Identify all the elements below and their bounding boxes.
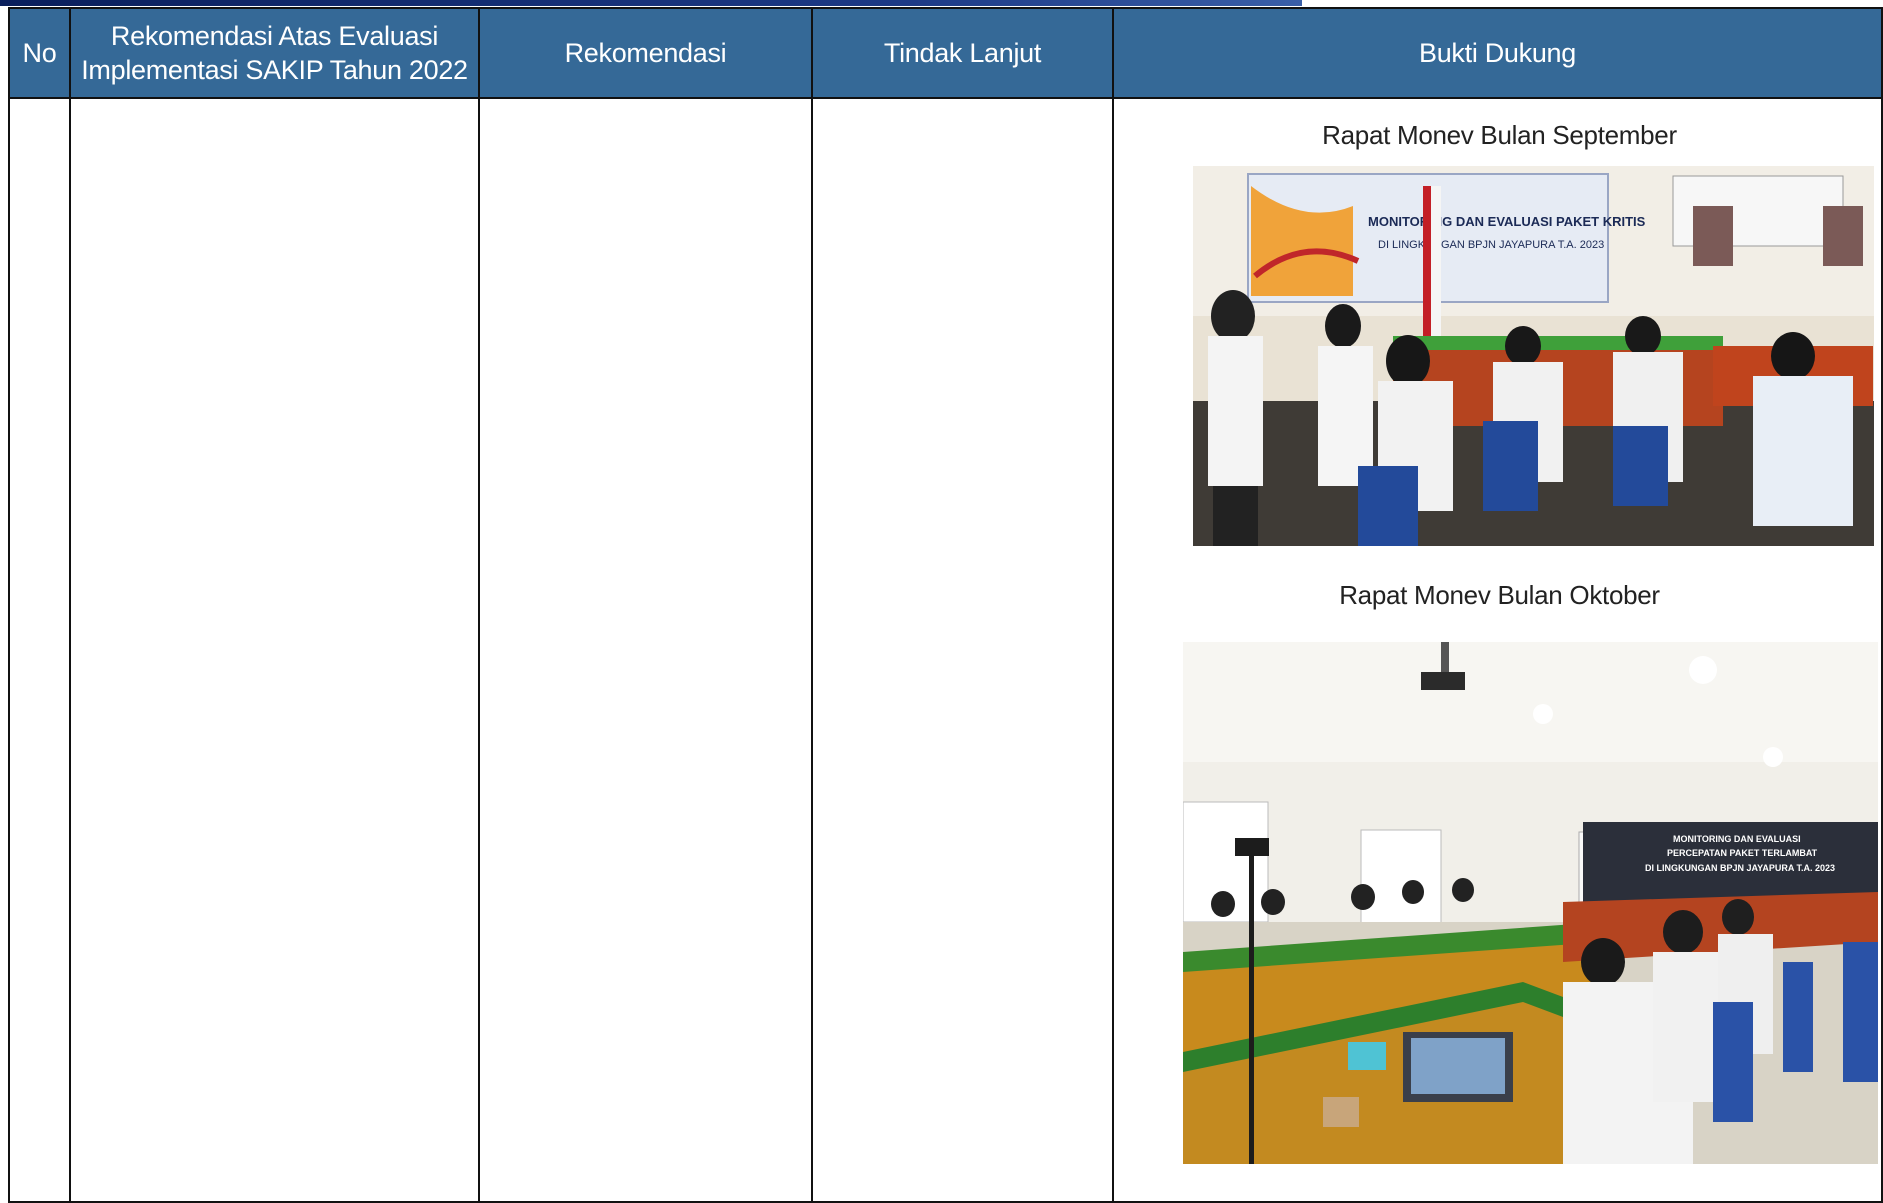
cell-rekomendasi-evaluasi — [69, 97, 480, 1203]
photo-caption-oktober: Rapat Monev Bulan Oktober — [1339, 580, 1660, 610]
banner-text-5: DI LINGKUNGAN BPJN JAYAPURA T.A. 2023 — [1645, 863, 1835, 873]
evidence-list: Rapat Monev Bulan September MONITORING D… — [1115, 100, 1880, 1200]
top-band — [0, 0, 1302, 6]
photo-caption-september: Rapat Monev Bulan September — [1322, 120, 1677, 150]
banner-text-3: MONITORING DAN EVALUASI — [1673, 834, 1801, 844]
photo-monev-september: MONITORING DAN EVALUASI PAKET KRITIS DI … — [1193, 166, 1874, 546]
photo-monev-oktober: MONITORING DAN EVALUASI PERCEPATAN PAKET… — [1183, 642, 1878, 1164]
follow-up-table: No Rekomendasi Atas Evaluasi Implementas… — [8, 7, 1883, 1203]
cell-no — [8, 97, 71, 1203]
header-tindak-lanjut: Tindak Lanjut — [811, 7, 1114, 99]
banner-text-4: PERCEPATAN PAKET TERLAMBAT — [1667, 848, 1818, 858]
meeting-photo-september: MONITORING DAN EVALUASI PAKET KRITIS DI … — [1193, 166, 1874, 546]
banner-text-1: MONITORING DAN EVALUASI PAKET KRITIS — [1368, 214, 1646, 229]
header-rekomendasi-evaluasi: Rekomendasi Atas Evaluasi Implementasi S… — [69, 7, 480, 99]
cell-rekomendasi — [478, 97, 813, 1203]
top-band-right — [1302, 0, 1883, 6]
header-no: No — [8, 7, 71, 99]
cell-tindak-lanjut — [811, 97, 1114, 1203]
banner-text-2: DI LINGKUNGAN BPJN JAYAPURA T.A. 2023 — [1378, 239, 1604, 251]
meeting-photo-oktober: MONITORING DAN EVALUASI PERCEPATAN PAKET… — [1183, 642, 1878, 1164]
header-rekomendasi: Rekomendasi — [478, 7, 813, 99]
cell-bukti-dukung: Rapat Monev Bulan September MONITORING D… — [1112, 97, 1883, 1203]
header-row: No Rekomendasi Atas Evaluasi Implementas… — [8, 7, 1883, 99]
table-row: Rapat Monev Bulan September MONITORING D… — [8, 97, 1883, 1203]
header-bukti-dukung: Bukti Dukung — [1112, 7, 1883, 99]
